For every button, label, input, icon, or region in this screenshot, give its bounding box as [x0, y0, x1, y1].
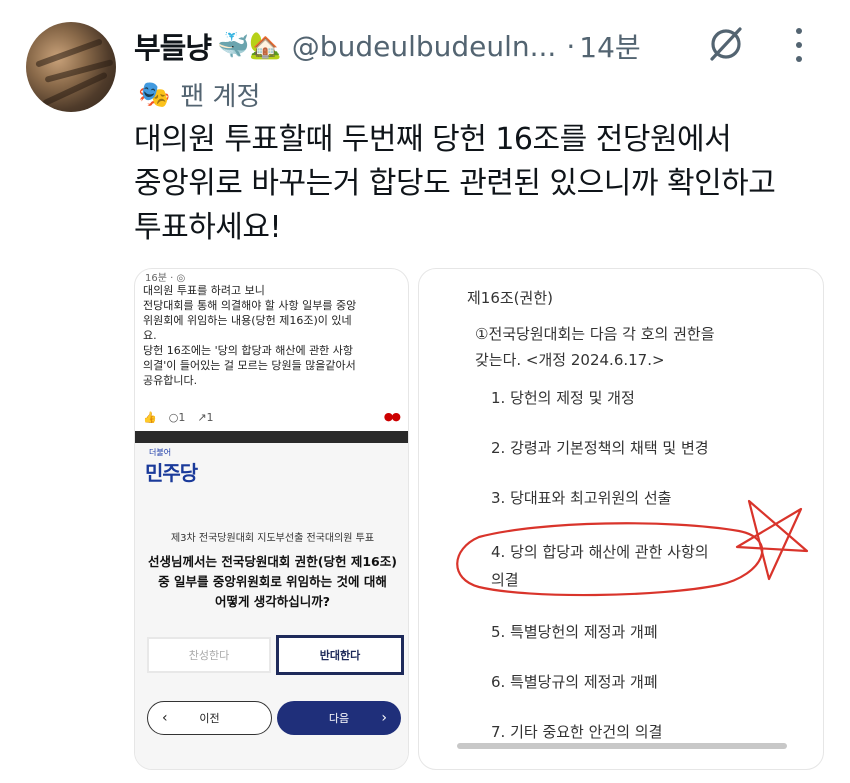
post-line: 위원회에 위임하는 내용(당헌 제16조)이 있네	[143, 314, 352, 327]
vote-question-line: 중 일부를 중앙위원회로 위임하는 것에 대해	[158, 574, 387, 589]
prev-button: ‹ 이전	[147, 701, 272, 735]
author-handle[interactable]: @budeulbudeuln...	[292, 30, 557, 63]
next-label: 다음	[328, 712, 350, 725]
author-emoji: 🐳🏡	[217, 31, 282, 61]
next-button: 다음 ›	[277, 701, 401, 735]
attached-image-vote-screenshot[interactable]: 16분 · ◎ 대의원 투표를 하려고 보니 전당대회를 통해 의결해야 할 사…	[134, 268, 409, 770]
star-annotation	[735, 499, 809, 581]
post-line: 요.	[143, 329, 157, 342]
post-line: 공유합니다.	[143, 374, 198, 387]
comment-count: 1	[178, 411, 186, 424]
mini-reactions: 👍 ○1 ↗1 ●●	[143, 410, 401, 424]
vote-question-line: 어떻게 생각하십니까?	[214, 594, 331, 609]
theater-mask-icon: 🎭	[138, 79, 171, 110]
mini-post-header: 16분 · ◎	[145, 273, 186, 284]
more-vertical-icon[interactable]	[794, 28, 804, 62]
grok-icon[interactable]	[706, 24, 746, 64]
tweet-line: 투표하세요!	[134, 210, 282, 245]
share-icon: ↗1	[197, 411, 214, 424]
tweet-line: 중앙위로 바꾸는거 합당도 관련된 있으니까 확인하고	[134, 166, 776, 201]
chevron-right-icon: ›	[381, 710, 387, 726]
chevron-left-icon: ‹	[162, 710, 168, 726]
like-icon: 👍	[143, 411, 157, 424]
agree-button: 찬성한다	[147, 637, 271, 673]
author-name[interactable]: 부들냥	[134, 25, 212, 67]
party-logo: 민주당	[145, 461, 198, 485]
mini-post-body: 대의원 투표를 하려고 보니 전당대회를 통해 의결해야 할 사항 일부를 중앙…	[143, 283, 405, 388]
oppose-button: 반대한다	[276, 635, 404, 675]
tweet-text: 대의원 투표할때 두번째 당헌 16조를 전당원에서 중앙위로 바꾸는거 합당도…	[134, 118, 834, 250]
post-line: 전당대회를 통해 의결해야 할 사항 일부를 중앙	[143, 299, 357, 312]
tweet-line: 대의원 투표할때 두번째 당헌 16조를 전당원에서	[134, 122, 732, 157]
separator-dot: ·	[566, 29, 576, 63]
avatar[interactable]	[26, 22, 116, 112]
fan-account-label: 팬 계정	[180, 82, 261, 112]
fan-account-badge: 🎭 팬 계정	[138, 76, 260, 113]
reaction-badge-icon: ●●	[383, 410, 401, 423]
tweet-time[interactable]: 14분	[579, 26, 640, 66]
prev-label: 이전	[199, 712, 220, 725]
scrollbar	[457, 743, 787, 749]
red-circle-annotation	[456, 522, 764, 597]
divider-band	[135, 431, 408, 443]
vote-subtitle: 제3차 전국당원대회 지도부선출 전국대의원 투표	[170, 533, 375, 544]
tweet-header: 부들냥 🐳🏡 @budeulbudeuln... · 14분	[134, 24, 830, 68]
vote-question-line: 선생님께서는 전국당원대회 권한(당헌 제16조)	[148, 554, 397, 569]
post-line: 의결'이 들어있는 걸 모르는 당원들 많을같아서	[143, 359, 356, 372]
comment-icon: ○1	[168, 411, 186, 424]
post-line: 당헌 16조에는 '당의 합당과 해산에 관한 사항	[143, 344, 354, 357]
share-count: 1	[206, 411, 214, 424]
attached-image-article[interactable]: 제16조(권한) ①전국당원대회는 다음 각 호의 권한을 갖는다. <개정 2…	[418, 268, 824, 770]
vote-question: 선생님께서는 전국당원대회 권한(당헌 제16조) 중 일부를 중앙위원회로 위…	[135, 552, 408, 612]
red-annotation	[456, 499, 809, 597]
post-line: 대의원 투표를 하려고 보니	[143, 284, 265, 297]
